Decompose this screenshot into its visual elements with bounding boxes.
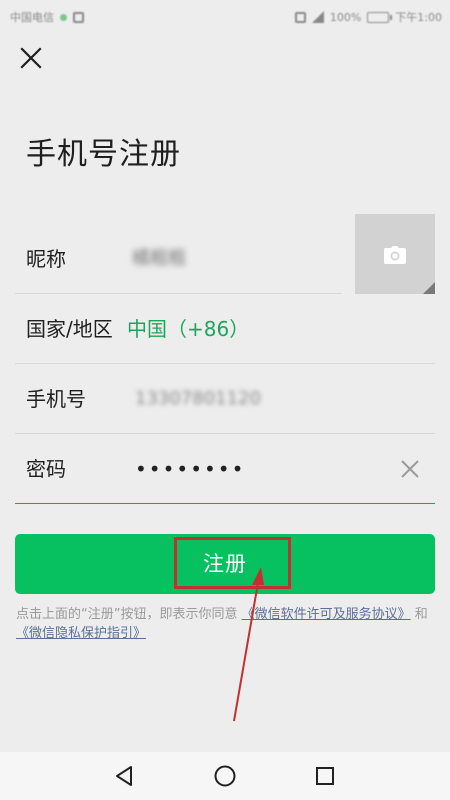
- app-icon: [73, 11, 84, 23]
- clock: 下午1:00: [395, 11, 442, 24]
- corner-triangle-icon: [423, 282, 435, 294]
- status-right: 100% 下午1:00: [294, 9, 442, 25]
- password-label: 密码: [26, 457, 66, 481]
- register-button[interactable]: 注册: [15, 534, 435, 594]
- close-button[interactable]: [16, 43, 46, 73]
- phone-input[interactable]: 13307801120: [135, 385, 261, 413]
- clear-password-button[interactable]: [399, 458, 421, 480]
- license-agreement-link[interactable]: 《微信软件许可及服务协议》: [242, 607, 411, 622]
- recent-apps-nav-button[interactable]: [311, 762, 339, 790]
- nickname-label: 昵称: [26, 247, 66, 271]
- region-value[interactable]: 中国（+86）: [127, 315, 249, 343]
- signal-icon: [311, 11, 324, 23]
- region-label: 国家/地区: [26, 317, 113, 341]
- close-icon: [20, 47, 42, 69]
- agreement-prefix: 点击上面的“注册”按钮，即表示你同意: [16, 607, 238, 622]
- camera-icon: [384, 246, 406, 264]
- page-title: 手机号注册: [26, 137, 181, 172]
- square-recent-icon: [316, 767, 334, 785]
- password-row: 密码 ••••••••: [15, 434, 435, 504]
- back-nav-button[interactable]: [111, 762, 139, 790]
- navigation-bar: [0, 752, 450, 800]
- status-left: 中国电信: [10, 9, 84, 25]
- password-input[interactable]: ••••••••: [135, 455, 245, 483]
- avatar-picker[interactable]: [355, 214, 435, 294]
- agreement-conjunction: 和: [414, 607, 428, 622]
- notification-icon: [60, 13, 67, 21]
- vibrate-icon: [294, 11, 306, 23]
- nickname-row: 昵称 橘粗粗: [15, 224, 342, 294]
- region-row[interactable]: 国家/地区 中国（+86）: [15, 294, 435, 364]
- battery-level: 100%: [329, 10, 362, 24]
- carrier-label: 中国电信: [10, 11, 54, 24]
- home-nav-button[interactable]: [211, 762, 239, 790]
- clear-icon: [401, 460, 419, 478]
- agreement-text: 点击上面的“注册”按钮，即表示你同意 《微信软件许可及服务协议》 和 《微信隐私…: [16, 605, 436, 643]
- privacy-guide-link[interactable]: 《微信隐私保护指引》: [16, 626, 146, 641]
- triangle-back-icon: [116, 766, 132, 786]
- battery-icon: [367, 11, 393, 23]
- nickname-input[interactable]: 橘粗粗: [132, 245, 186, 273]
- phone-row: 手机号 13307801120: [15, 364, 435, 434]
- phone-label: 手机号: [26, 387, 86, 411]
- status-bar: 中国电信 100% 下午1:00: [0, 0, 450, 32]
- register-label: 注册: [203, 552, 247, 576]
- circle-home-icon: [214, 765, 236, 787]
